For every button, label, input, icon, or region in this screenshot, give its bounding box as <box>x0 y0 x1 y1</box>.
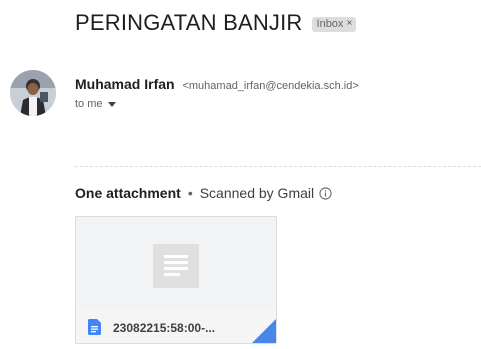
scan-status: Scanned by Gmail <box>199 185 315 201</box>
attachment-file-bar: 23082215:58:00-... <box>76 309 276 343</box>
sender-name[interactable]: Muhamad Irfan <box>75 76 175 92</box>
attachment-card[interactable]: 23082215:58:00-... <box>75 216 277 344</box>
page-fold-corner <box>252 319 276 343</box>
doc-file-icon <box>88 319 101 335</box>
remove-label-button[interactable]: × <box>346 18 352 29</box>
sender-email: <muhamad_irfan@cendekia.sch.id> <box>182 80 359 92</box>
attachment-divider <box>75 166 481 167</box>
info-icon[interactable] <box>319 186 332 200</box>
attachment-count: One attachment <box>75 185 181 201</box>
inbox-label-text: Inbox <box>316 17 344 30</box>
attachment-header: One attachment • Scanned by Gmail <box>75 185 332 201</box>
avatar-photo <box>10 70 56 116</box>
email-subject: PERINGATAN BANJIR <box>75 10 303 35</box>
separator-dot: • <box>187 185 193 201</box>
document-placeholder-icon <box>153 244 199 288</box>
inbox-label-chip[interactable]: Inbox × <box>311 16 357 32</box>
attachment-preview <box>76 217 276 309</box>
recipient-text: to me <box>75 98 103 110</box>
recipient-line: to me <box>75 98 116 110</box>
recipient-details-dropdown-icon[interactable] <box>107 101 116 107</box>
subject-header: PERINGATAN BANJIR Inbox × <box>75 10 357 36</box>
attachment-file-name: 23082215:58:00-... <box>113 321 216 335</box>
sender-avatar[interactable] <box>10 70 56 116</box>
sender-line: Muhamad Irfan <muhamad_irfan@cendekia.sc… <box>75 76 359 92</box>
